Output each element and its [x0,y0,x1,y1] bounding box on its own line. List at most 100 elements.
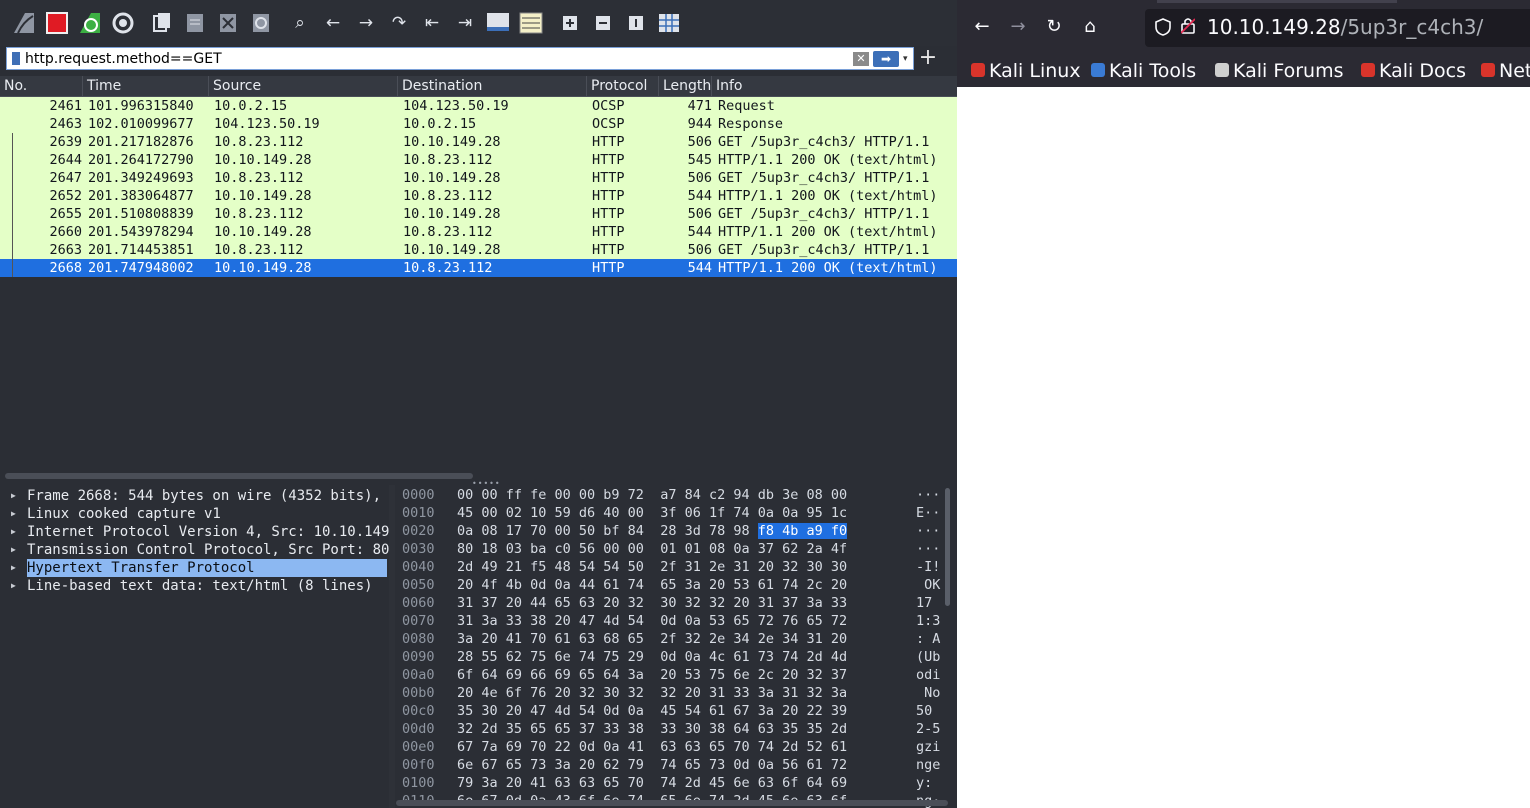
expand-triangle-icon[interactable]: ▶ [11,577,16,595]
detail-row-tcp[interactable]: ▶ Transmission Control Protocol, Src Port… [0,541,389,559]
clear-filter-icon[interactable]: ✕ [853,51,869,66]
byte-row[interactable]: 0030 80 18 03 ba c0 56 00 00 01 01 08 0a … [396,541,957,558]
expand-triangle-icon[interactable]: ▶ [11,487,16,505]
byte-row[interactable]: 0100 79 3a 20 41 63 63 65 70 74 2d 45 6e … [396,775,957,792]
normal-size-icon[interactable] [622,9,650,37]
byte-row[interactable]: 0050 20 4f 4b 0d 0a 44 61 74 65 3a 20 53 … [396,577,957,594]
column-header-time[interactable]: Time [83,76,209,97]
table-row[interactable]: 2668 201.747948002 10.10.149.28 10.8.23.112… [0,259,957,277]
table-row[interactable]: 2655 201.510808839 10.8.23.112 10.10.149.28… [0,205,957,223]
byte-hex: 79 3a 20 41 63 63 65 70 74 2d 45 6e 63 6… [457,775,847,792]
back-icon[interactable]: ← [971,16,993,38]
last-packet-icon[interactable]: ⇥ [451,9,479,37]
home-icon[interactable]: ⌂ [1079,16,1101,38]
kali-docs-icon [1361,62,1375,77]
expand-triangle-icon[interactable]: ▶ [11,559,16,577]
bookmark-kali-docs[interactable]: Kali Docs [1361,58,1466,84]
table-row[interactable]: 2644 201.264172790 10.10.149.28 10.8.23.112… [0,151,957,169]
expand-triangle-icon[interactable]: ▶ [11,541,16,559]
go-back-icon[interactable]: ← [319,9,347,37]
byte-row[interactable]: 0060 31 37 20 44 65 63 20 32 30 32 32 20 … [396,595,957,612]
start-capture-icon[interactable] [10,9,38,37]
byte-row[interactable]: 00d0 32 2d 35 65 65 37 33 38 33 30 38 64 … [396,721,957,738]
bookmark-nethunter[interactable]: NetHunter [1481,58,1530,84]
column-header-info[interactable]: Info [712,76,957,97]
byte-row[interactable]: 00a0 6f 64 69 66 69 65 64 3a 20 53 75 6e … [396,667,957,684]
tracking-protection-shield-icon[interactable] [1155,18,1171,36]
byte-row[interactable]: 0000 00 00 ff fe 00 00 b9 72 a7 84 c2 94 … [396,487,957,504]
table-row[interactable]: 2639 201.217182876 10.8.23.112 10.10.149.28… [0,133,957,151]
column-header-source[interactable]: Source [209,76,398,97]
close-file-icon[interactable] [214,9,242,37]
byte-offset: 00c0 [402,703,435,719]
reload-file-icon[interactable] [247,9,275,37]
details-bytes-splitter[interactable] [389,485,395,808]
detail-row-text-data[interactable]: ▶ Line-based text data: text/html (8 line… [0,577,389,595]
apply-filter-icon[interactable]: ➡ [873,50,899,67]
bytes-vertical-scrollbar[interactable] [945,488,950,606]
detail-row-linux-cooked-capture[interactable]: ▶ Linux cooked capture v1 [0,505,389,523]
autoscroll-icon[interactable] [484,9,512,37]
column-header-no[interactable]: No. [0,76,83,97]
table-row[interactable]: 2652 201.383064877 10.10.149.28 10.8.23.112… [0,187,957,205]
byte-row[interactable]: 00f0 6e 67 65 73 3a 20 62 79 74 65 73 0d … [396,757,957,774]
find-packet-icon[interactable]: ⌕ [286,9,314,37]
cell-time: 201.383064877 [88,188,194,204]
byte-row[interactable]: 00b0 20 4e 6f 76 20 32 30 32 32 20 31 33 … [396,685,957,702]
byte-offset: 0030 [402,541,435,557]
insecure-lock-icon[interactable] [1180,17,1196,38]
byte-row[interactable]: 00c0 35 30 20 47 4d 54 0d 0a 45 54 61 67 … [396,703,957,720]
detail-row-ipv4[interactable]: ▶ Internet Protocol Version 4, Src: 10.10… [0,523,389,541]
go-forward-icon[interactable]: → [352,9,380,37]
table-row[interactable]: 2463 102.010099677 104.123.50.19 10.0.2.15 O… [0,115,957,133]
add-filter-button-icon[interactable]: + [918,46,938,70]
cell-no: 2655 [49,206,82,222]
colorize-icon[interactable] [517,9,545,37]
byte-row[interactable]: 0080 3a 20 41 70 61 63 68 65 2f 32 2e 34 … [396,631,957,648]
packet-list-horizontal-scrollbar[interactable] [5,473,473,479]
zoom-in-icon[interactable] [556,9,584,37]
column-header-protocol[interactable]: Protocol [587,76,659,97]
byte-row[interactable]: 00e0 67 7a 69 70 22 0d 0a 41 63 63 65 70 … [396,739,957,756]
filter-history-dropdown-icon[interactable]: ▾ [903,54,913,64]
column-header-destination[interactable]: Destination [398,76,587,97]
detail-row-http[interactable]: ▶ Hypertext Transfer Protocol [0,559,389,577]
display-filter-input[interactable] [25,48,853,69]
cell-proto: HTTP [592,224,625,240]
resize-columns-icon[interactable] [655,9,683,37]
expand-triangle-icon[interactable]: ▶ [11,523,16,541]
detail-row-frame[interactable]: ▶ Frame 2668: 544 bytes on wire (4352 bit… [0,487,389,505]
byte-row[interactable]: 0040 2d 49 21 f5 48 54 54 50 2f 31 2e 31 … [396,559,957,576]
bookmark-kali-forums[interactable]: Kali Forums [1215,58,1344,84]
filter-bookmark-icon[interactable] [7,48,25,69]
byte-row[interactable]: 0020 0a 08 17 70 00 50 bf 84 28 3d 78 98 … [396,523,957,540]
restart-capture-icon[interactable] [76,9,104,37]
zoom-out-icon[interactable] [589,9,617,37]
expand-triangle-icon[interactable]: ▶ [11,505,16,523]
bookmark-kali-linux[interactable]: Kali Linux [971,58,1081,84]
url-bar[interactable]: 10.10.149.28/5up3r_c4ch3/ [1145,9,1530,47]
open-file-icon[interactable] [148,9,176,37]
byte-row[interactable]: 0070 31 3a 33 38 20 47 4d 54 0d 0a 53 65 … [396,613,957,630]
first-packet-icon[interactable]: ⇤ [418,9,446,37]
stop-capture-icon[interactable] [43,9,71,37]
byte-row[interactable]: 0090 28 55 62 75 6e 74 75 29 0d 0a 4c 61 … [396,649,957,666]
table-row[interactable]: 2660 201.543978294 10.10.149.28 10.8.23.112… [0,223,957,241]
bookmark-kali-tools[interactable]: Kali Tools [1091,58,1196,84]
byte-hex-text: 20 4e 6f 76 20 32 30 32 32 20 31 33 3a 3… [457,685,848,701]
table-row[interactable]: 2663 201.714453851 10.8.23.112 10.10.149.28… [0,241,957,259]
forward-icon[interactable]: → [1007,16,1029,38]
go-to-packet-icon[interactable]: ↷ [385,9,413,37]
column-header-length[interactable]: Length [659,76,712,97]
cell-src: 10.10.149.28 [214,260,312,276]
table-row[interactable]: 2647 201.349249693 10.8.23.112 10.10.149.28… [0,169,957,187]
bytes-horizontal-scrollbar[interactable] [396,800,948,806]
capture-options-icon[interactable] [109,9,137,37]
save-file-icon[interactable] [181,9,209,37]
table-row[interactable]: 2461 101.996315840 10.0.2.15 104.123.50.19 O… [0,97,957,115]
byte-row[interactable]: 0010 45 00 02 10 59 d6 40 00 3f 06 1f 74 … [396,505,957,522]
cell-len: 544 [687,224,712,240]
cell-info: HTTP/1.1 200 OK (text/html) [718,260,938,276]
byte-ascii: OK [916,577,941,593]
reload-icon[interactable]: ↻ [1043,16,1065,38]
